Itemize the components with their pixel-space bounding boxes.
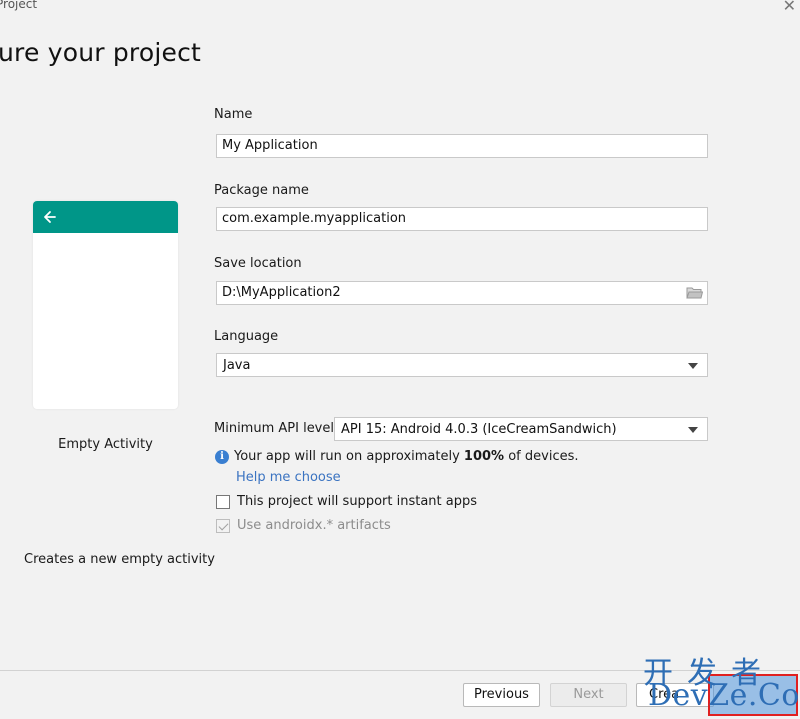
name-input-value: My Application <box>222 138 318 153</box>
coverage-percent: 100% <box>463 449 505 464</box>
instant-apps-option[interactable]: This project will support instant apps <box>216 494 477 509</box>
package-name-input-value: com.example.myapplication <box>222 211 407 226</box>
next-button: Next <box>550 683 627 707</box>
language-label: Language <box>214 329 279 344</box>
arrow-left-icon <box>44 211 56 223</box>
template-description: Creates a new empty activity <box>24 552 215 567</box>
package-name-label: Package name <box>214 183 309 198</box>
preview-app-bar <box>33 201 178 233</box>
coverage-text-after: of devices. <box>504 449 579 464</box>
save-location-input-value: D:\MyApplication2 <box>222 285 341 300</box>
coverage-text-before: Your app will run on approximately <box>234 449 464 464</box>
help-me-choose-link[interactable]: Help me choose <box>236 470 341 485</box>
page-title: ure your project <box>0 38 202 67</box>
language-select[interactable]: Java <box>216 353 708 377</box>
template-preview <box>33 201 178 409</box>
name-input[interactable]: My Application <box>216 134 708 158</box>
info-icon: i <box>215 449 229 464</box>
androidx-checkbox <box>216 518 230 533</box>
name-label: Name <box>214 107 253 122</box>
chevron-down-icon <box>688 363 698 369</box>
watermark-text-bottom: DevZe.CoM <box>648 678 800 713</box>
save-location-input[interactable]: D:\MyApplication2 <box>216 281 708 305</box>
min-api-select-value: API 15: Android 4.0.3 (IceCreamSandwich) <box>341 422 617 437</box>
save-location-label: Save location <box>214 256 302 271</box>
instant-apps-label: This project will support instant apps <box>237 494 477 509</box>
language-select-value: Java <box>223 358 251 373</box>
min-api-select[interactable]: API 15: Android 4.0.3 (IceCreamSandwich) <box>334 417 708 441</box>
androidx-label: Use androidx.* artifacts <box>237 518 391 533</box>
androidx-option: Use androidx.* artifacts <box>216 518 391 533</box>
previous-button[interactable]: Previous <box>463 683 540 707</box>
close-icon[interactable]: ✕ <box>783 0 796 15</box>
chevron-down-icon <box>688 427 698 433</box>
min-api-label: Minimum API level <box>214 421 334 436</box>
package-name-input[interactable]: com.example.myapplication <box>216 207 708 231</box>
window-title: Project <box>0 0 38 11</box>
folder-icon[interactable] <box>686 285 703 301</box>
device-coverage-info: i Your app will run on approximately 100… <box>215 449 579 464</box>
template-name: Empty Activity <box>58 437 153 452</box>
instant-apps-checkbox[interactable] <box>216 494 230 509</box>
